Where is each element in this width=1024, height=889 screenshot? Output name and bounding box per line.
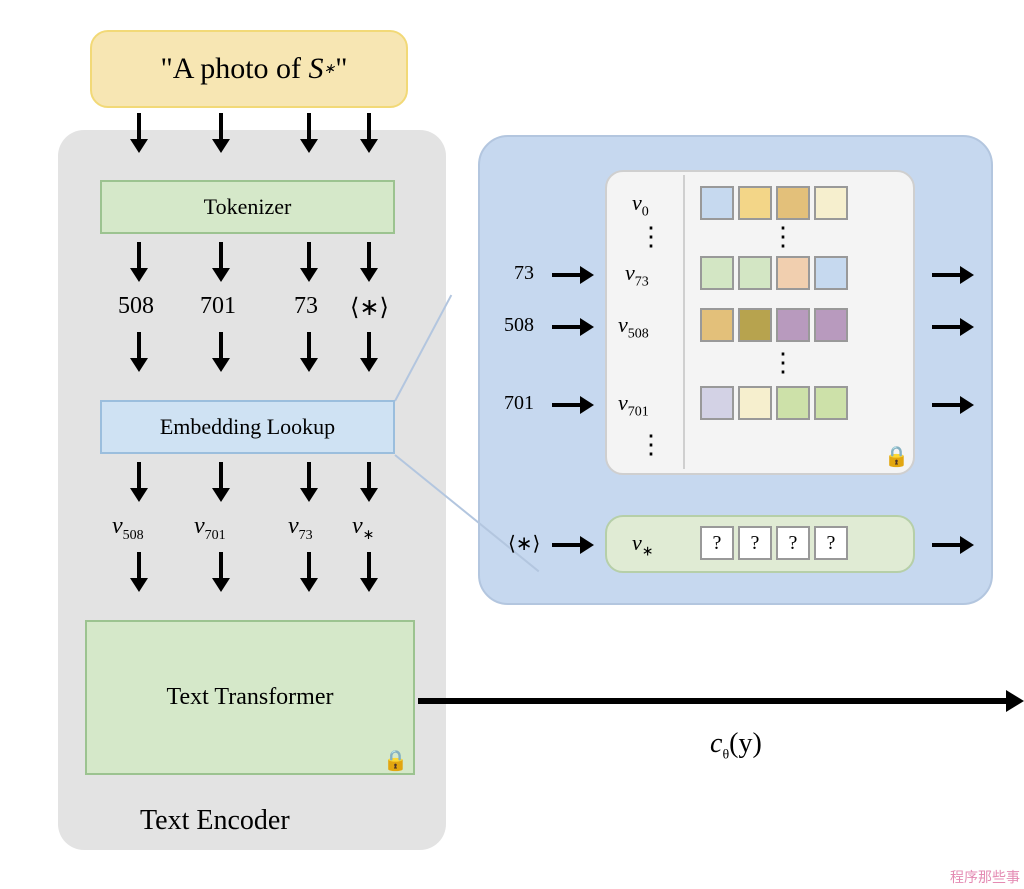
arrow-down-icon bbox=[300, 242, 318, 282]
embedding-vec: v∗ bbox=[352, 513, 374, 544]
arrow-right-icon bbox=[552, 396, 594, 414]
tokenizer-label: Tokenizer bbox=[204, 194, 292, 220]
table-divider bbox=[683, 175, 685, 469]
vec-row-label: v73 bbox=[625, 260, 649, 290]
arrow-right-icon bbox=[932, 318, 974, 336]
vec-cells bbox=[700, 308, 848, 342]
arrow-down-icon bbox=[130, 462, 148, 502]
lock-icon: 🔒 bbox=[383, 748, 408, 773]
arrow-down-icon bbox=[360, 552, 378, 607]
arrow-down-icon bbox=[212, 113, 230, 168]
arrow-right-icon bbox=[932, 396, 974, 414]
arrow-down-icon bbox=[300, 332, 318, 387]
arrow-down-icon bbox=[300, 113, 318, 168]
embedding-lookup-block: Embedding Lookup bbox=[100, 400, 395, 454]
token-id: 701 bbox=[200, 293, 236, 320]
token-id: 73 bbox=[294, 293, 318, 320]
arrow-down-icon bbox=[212, 462, 230, 502]
arrow-down-icon bbox=[300, 462, 318, 502]
arrow-right-icon bbox=[552, 318, 594, 336]
vec-row-label: v0 bbox=[632, 190, 649, 220]
token-id: 508 bbox=[118, 293, 154, 320]
vdots-icon: ⋮ bbox=[770, 348, 797, 378]
arrow-right-icon bbox=[552, 266, 594, 284]
arrow-right-icon bbox=[932, 266, 974, 284]
vec-row-label: v508 bbox=[618, 312, 649, 342]
arrow-down-icon bbox=[300, 552, 318, 607]
vec-cells-learnable: ? ? ? ? bbox=[700, 526, 848, 560]
arrow-down-icon bbox=[360, 332, 378, 387]
embedding-vec: v701 bbox=[194, 513, 226, 544]
arrow-down-icon bbox=[360, 242, 378, 282]
vdots-icon: ⋮ bbox=[770, 222, 797, 252]
embedding-vec: v73 bbox=[288, 513, 313, 544]
vec-row-label: v∗ bbox=[632, 530, 654, 560]
prompt-box: "A photo of S∗" bbox=[90, 30, 408, 108]
arrow-down-icon bbox=[360, 462, 378, 502]
transformer-label: Text Transformer bbox=[167, 684, 334, 711]
lock-icon: 🔒 bbox=[884, 444, 909, 469]
table-input: ⟨∗⟩ bbox=[508, 531, 540, 556]
arrow-down-icon bbox=[130, 242, 148, 282]
watermark: 程序那些事 bbox=[950, 867, 1020, 887]
vdots-icon: ⋮ bbox=[638, 222, 665, 252]
arrow-down-icon bbox=[130, 113, 148, 168]
arrow-down-icon bbox=[130, 552, 148, 607]
vec-cells bbox=[700, 386, 848, 420]
arrow-down-icon bbox=[212, 552, 230, 607]
token-id: ⟨∗⟩ bbox=[350, 293, 389, 322]
arrow-down-icon bbox=[212, 332, 230, 387]
vec-cells bbox=[700, 256, 848, 290]
output-label: cθ(y) bbox=[710, 728, 762, 764]
arrow-down-icon bbox=[360, 113, 378, 168]
text-transformer-block: Text Transformer bbox=[85, 620, 415, 775]
embedding-label: Embedding Lookup bbox=[160, 414, 335, 440]
arrow-down-icon bbox=[130, 332, 148, 387]
table-input: 508 bbox=[504, 314, 534, 337]
text-encoder-label: Text Encoder bbox=[140, 805, 290, 837]
table-input: 73 bbox=[514, 262, 534, 285]
embedding-vec: v508 bbox=[112, 513, 144, 544]
vdots-icon: ⋮ bbox=[638, 430, 665, 460]
arrow-right-icon bbox=[418, 692, 1024, 710]
tokenizer-block: Tokenizer bbox=[100, 180, 395, 234]
arrow-down-icon bbox=[212, 242, 230, 282]
arrow-right-icon bbox=[932, 536, 974, 554]
vec-row-label: v701 bbox=[618, 390, 649, 420]
table-input: 701 bbox=[504, 392, 534, 415]
arrow-right-icon bbox=[552, 536, 594, 554]
vec-cells bbox=[700, 186, 848, 220]
